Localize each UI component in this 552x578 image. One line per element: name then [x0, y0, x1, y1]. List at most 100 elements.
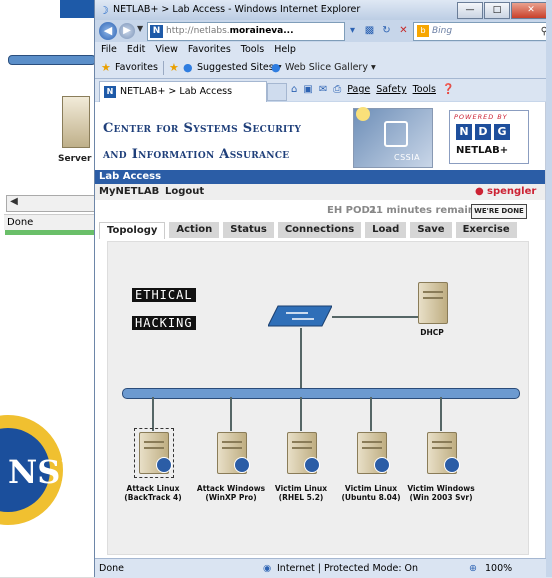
suggested-sites-icon: ●: [183, 61, 193, 74]
scroll-left-arrow-icon[interactable]: ◀: [8, 196, 20, 209]
mail-icon[interactable]: ✉: [319, 84, 327, 95]
logout-link[interactable]: Logout: [165, 184, 204, 200]
forward-button[interactable]: ▶: [119, 23, 135, 39]
host-label-line2: (Ubuntu 8.04): [341, 493, 401, 502]
tab-title: NETLAB+ > Lab Access: [120, 86, 233, 97]
user-links-bar: MyNETLAB Logout ● spengler: [95, 184, 545, 200]
menu-file[interactable]: File: [101, 42, 117, 58]
nsf-logo: NSF: [0, 415, 70, 525]
command-bar: ⌂ ▣ ✉ ⎙ Page Safety Tools ❓: [291, 84, 454, 95]
ndg-letter-d: D: [475, 124, 491, 140]
compatibility-icon[interactable]: ▩: [362, 23, 377, 38]
background-progress-strip: [5, 230, 95, 235]
lock-icon: [384, 121, 408, 147]
user-icon: [234, 457, 250, 473]
new-tab-button[interactable]: [267, 83, 287, 101]
host-link: [440, 397, 442, 431]
menu-edit[interactable]: Edit: [127, 42, 145, 58]
back-button[interactable]: ◀: [99, 22, 117, 40]
host-server-icon[interactable]: [357, 432, 390, 474]
minimize-button[interactable]: —: [457, 2, 483, 19]
host-server-icon[interactable]: [287, 432, 320, 474]
sun-icon: [356, 107, 370, 121]
menu-tools[interactable]: Tools: [241, 42, 264, 58]
favorites-bar: ★ Favorites ★ ● Suggested Sites ▾ ● Web …: [95, 58, 552, 79]
navigation-bar: ◀ ▶ ▼ Nhttp://netlabs.moraineva... ▾ ▩ ↻…: [95, 20, 552, 42]
host-link: [370, 397, 372, 431]
menu-help[interactable]: Help: [274, 42, 296, 58]
menu-view[interactable]: View: [155, 42, 178, 58]
cssia-logo-text: CSSIA: [394, 153, 421, 162]
stop-icon[interactable]: ✕: [396, 23, 411, 38]
ndg-letter-n: N: [456, 124, 472, 140]
cssia-logo: CSSIA: [353, 107, 433, 168]
user-icon: [156, 457, 172, 473]
dhcp-label: DHCP: [420, 328, 444, 337]
ndg-logo: POWERED BY N D G NETLAB+: [449, 110, 529, 164]
safety-menu[interactable]: Safety: [376, 84, 406, 95]
page-menu[interactable]: Page: [347, 84, 370, 95]
tab-action[interactable]: Action: [169, 222, 220, 238]
tab-topology[interactable]: Topology: [99, 222, 166, 239]
tab-bar: N NETLAB+ > Lab Access ⌂ ▣ ✉ ⎙ Page Safet…: [95, 79, 552, 102]
feeds-icon[interactable]: ▣: [303, 84, 312, 95]
tab-favicon-icon: N: [104, 86, 116, 98]
network-bus: [122, 388, 520, 399]
mynetlab-link[interactable]: MyNETLAB: [99, 184, 159, 200]
web-slice-gallery-link[interactable]: Web Slice Gallery ▾: [285, 62, 376, 73]
address-buttons: ▾ ▩ ↻ ✕: [345, 23, 411, 38]
favorites-button[interactable]: Favorites: [115, 62, 158, 73]
zoom-icon[interactable]: ⊕: [469, 559, 477, 578]
org-name: Center for Systems Security and Informat…: [103, 116, 301, 168]
site-favicon-icon: N: [150, 25, 163, 38]
org-name-line1: Center for Systems Security: [103, 121, 302, 136]
host-server-icon[interactable]: [139, 432, 172, 474]
switch-icon[interactable]: [268, 304, 332, 328]
zoom-level[interactable]: 100%: [485, 559, 512, 578]
search-placeholder: Bing: [432, 26, 453, 36]
address-host: moraineva...: [229, 26, 294, 36]
print-icon[interactable]: ⎙: [333, 84, 341, 95]
user-icon: ●: [475, 186, 484, 197]
close-button[interactable]: ✕: [511, 2, 551, 19]
host-label: Victim Linux (RHEL 5.2): [266, 484, 336, 502]
host-label-line1: Victim Windows: [407, 484, 475, 493]
host-server-icon[interactable]: [427, 432, 460, 474]
dhcp-server-icon[interactable]: [418, 282, 448, 324]
security-zone[interactable]: Internet | Protected Mode: On: [277, 559, 418, 578]
help-icon[interactable]: ❓: [442, 84, 454, 95]
tab-load[interactable]: Load: [365, 222, 407, 238]
host-server-icon[interactable]: [217, 432, 250, 474]
background-network-bus: [8, 55, 96, 65]
ie-logo-icon: ☽: [99, 4, 109, 17]
tab-save[interactable]: Save: [410, 222, 452, 238]
username[interactable]: spengler: [487, 184, 536, 200]
lab-access-heading: Lab Access: [95, 170, 545, 184]
page-content: Center for Systems Security and Informat…: [95, 102, 545, 558]
host-link: [300, 397, 302, 431]
were-done-button[interactable]: WE'RE DONE: [471, 204, 527, 219]
history-dropdown-icon[interactable]: ▼: [137, 24, 143, 33]
tab-connections[interactable]: Connections: [277, 222, 362, 238]
home-icon[interactable]: ⌂: [291, 84, 297, 95]
search-box[interactable]: b Bing ⚲: [413, 22, 551, 41]
host-label: Attack Linux (BackTrack 4): [118, 484, 188, 502]
menu-bar: File Edit View Favorites Tools Help: [95, 42, 552, 58]
reservation-status: EH POD1 21 minutes remaining WE'RE DONE: [95, 204, 545, 220]
host-label-line1: Victim Linux: [274, 484, 328, 493]
browser-tab[interactable]: N NETLAB+ > Lab Access: [99, 81, 267, 102]
maximize-button[interactable]: □: [484, 2, 510, 19]
add-favorite-icon[interactable]: ★: [169, 61, 179, 74]
favorites-star-icon[interactable]: ★: [101, 61, 111, 74]
suggested-sites-link[interactable]: Suggested Sites ▾: [197, 62, 282, 73]
tools-menu[interactable]: Tools: [413, 84, 436, 95]
netlab-label: NETLAB+: [456, 145, 509, 156]
address-dropdown-icon[interactable]: ▾: [345, 23, 360, 38]
address-bar[interactable]: Nhttp://netlabs.moraineva...: [147, 22, 345, 41]
menu-favorites[interactable]: Favorites: [188, 42, 231, 58]
refresh-icon[interactable]: ↻: [379, 23, 394, 38]
window-controls: — □ ✕: [457, 2, 551, 19]
tab-status[interactable]: Status: [223, 222, 274, 238]
host-label-line2: (Win 2003 Svr): [409, 493, 473, 502]
tab-exercise[interactable]: Exercise: [455, 222, 517, 238]
